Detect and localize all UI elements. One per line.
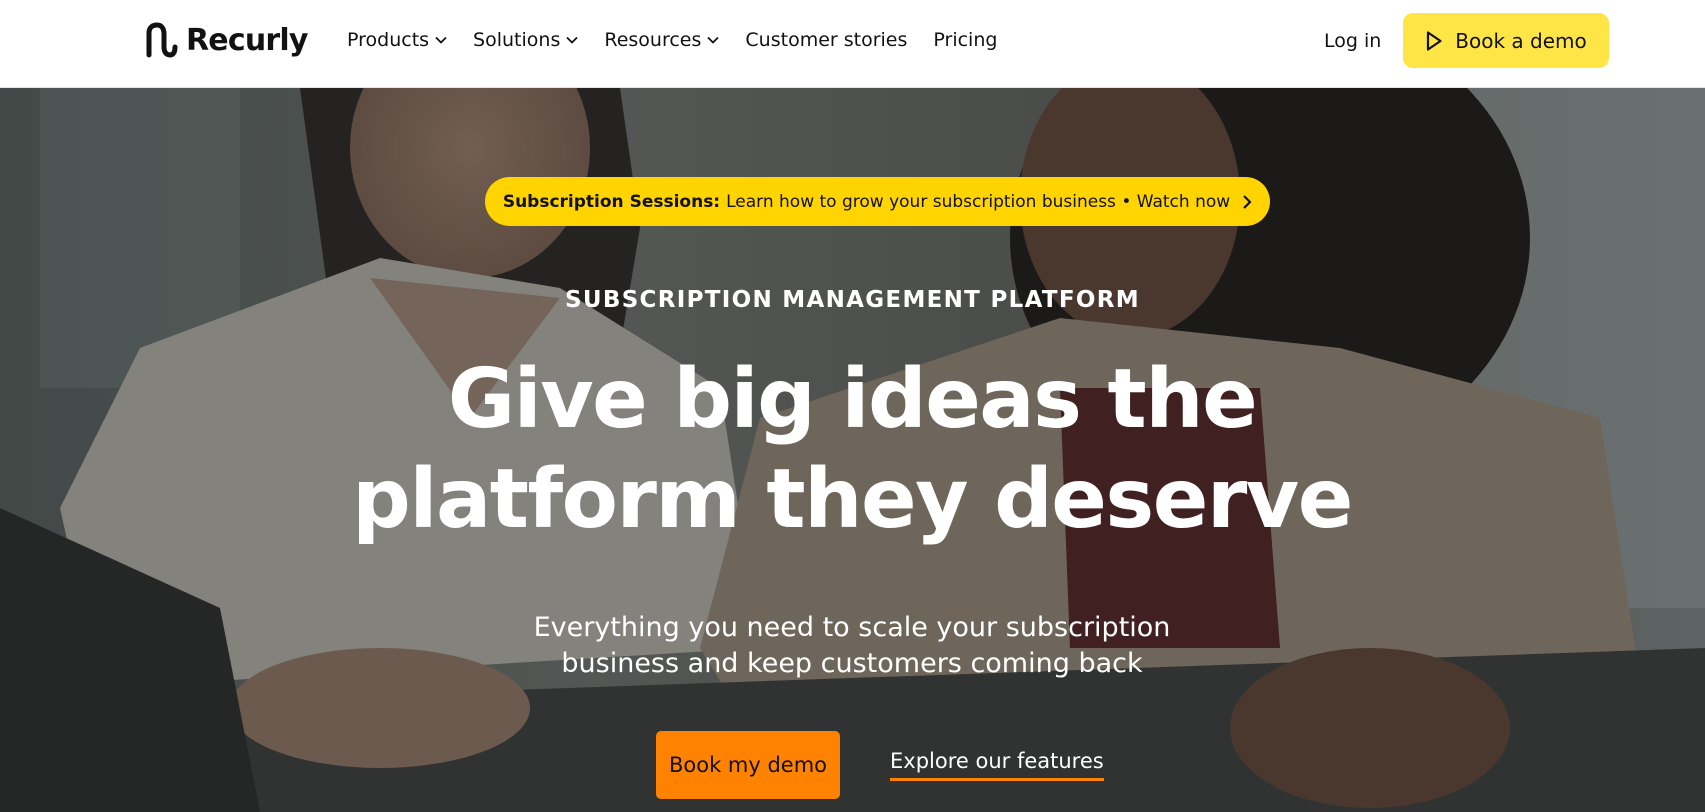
hero-headline: Give big ideas the platform they deserve — [252, 350, 1452, 550]
recurly-logo-icon — [146, 22, 178, 58]
hero-section: Subscription Sessions: Learn how to grow… — [0, 88, 1705, 812]
play-icon — [1427, 30, 1442, 51]
nav-item-customer-stories[interactable]: Customer stories — [745, 29, 907, 51]
announcement-text: Learn how to grow your subscription busi… — [726, 191, 1231, 212]
nav-item-solutions[interactable]: Solutions — [473, 29, 578, 51]
nav-item-label: Customer stories — [745, 29, 908, 51]
book-demo-label: Book a demo — [1455, 28, 1587, 53]
hero-subhead-line-1: Everything you need to scale your subscr… — [533, 612, 1171, 643]
nav-item-label: Products — [347, 29, 430, 51]
announcement-banner[interactable]: Subscription Sessions: Learn how to grow… — [485, 177, 1270, 226]
chevron-down-icon — [566, 36, 578, 44]
logo-text: Recurly — [186, 22, 308, 58]
nav-item-resources[interactable]: Resources — [604, 29, 720, 51]
nav-item-label: Solutions — [473, 29, 561, 51]
nav-item-label: Resources — [604, 29, 702, 51]
hero-eyebrow: SUBSCRIPTION MANAGEMENT PLATFORM — [565, 287, 1140, 313]
chevron-down-icon — [707, 36, 720, 44]
hero-subhead: Everything you need to scale your subscr… — [452, 610, 1252, 682]
explore-features-link[interactable]: Explore our features — [890, 749, 1104, 781]
nav-item-products[interactable]: Products — [347, 29, 447, 51]
logo[interactable]: Recurly — [144, 20, 308, 60]
site-header: Recurly Products Solutions Resources Cus… — [0, 0, 1705, 88]
nav-item-pricing[interactable]: Pricing — [933, 29, 997, 51]
hero-headline-line-2: platform they deserve — [352, 452, 1353, 547]
login-link[interactable]: Log in — [1324, 26, 1381, 56]
hero-subhead-line-2: business and keep customers coming back — [561, 648, 1143, 679]
announcement-title: Subscription Sessions: — [502, 191, 721, 212]
chevron-right-icon — [1243, 194, 1252, 209]
chevron-down-icon — [435, 36, 447, 44]
book-my-demo-button[interactable]: Book my demo — [656, 731, 840, 799]
hero-headline-line-1: Give big ideas the — [447, 352, 1258, 447]
nav-item-label: Pricing — [933, 29, 998, 51]
main-nav: Products Solutions Resources Customer st… — [347, 24, 997, 56]
book-demo-button[interactable]: Book a demo — [1403, 13, 1609, 68]
page: Recurly Products Solutions Resources Cus… — [0, 0, 1705, 812]
